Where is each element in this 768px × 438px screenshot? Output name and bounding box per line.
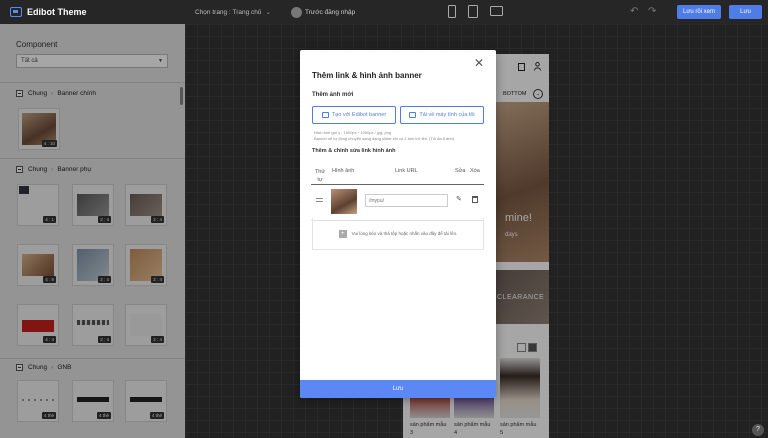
page-select[interactable]: Chọn trang : Trang chủ ⌄ bbox=[195, 8, 271, 16]
save-button[interactable]: Lưu bbox=[729, 5, 762, 19]
upload-dropzone[interactable]: + Vui lòng kéo và thả tệp hoặc nhấn vào … bbox=[312, 218, 484, 250]
edibot-logo-icon bbox=[10, 7, 22, 17]
column-header-image: Hình ảnh bbox=[332, 168, 355, 174]
app-title: Edibot Theme bbox=[27, 7, 87, 17]
upload-from-computer-button[interactable]: Tải về máy tính của tôi bbox=[400, 106, 484, 124]
edit-pencil-icon[interactable]: ✎ bbox=[456, 195, 462, 203]
plus-icon: + bbox=[338, 229, 347, 238]
save-and-preview-button[interactable]: Lưu rồi xem bbox=[677, 5, 721, 19]
create-with-edibot-label: Tạo với Edibot banner bbox=[331, 112, 387, 118]
modal-title: Thêm link & hình ảnh banner bbox=[312, 71, 422, 80]
column-header-url: Link URL bbox=[395, 168, 418, 174]
login-state-label: Trước đăng nhập bbox=[304, 8, 356, 16]
mobile-view-icon[interactable] bbox=[448, 5, 456, 18]
login-state-toggle[interactable]: Trước đăng nhập bbox=[290, 6, 356, 18]
help-icon[interactable]: ? bbox=[752, 424, 764, 436]
section-title-edit: Thêm & chỉnh sửa link hình ảnh bbox=[312, 148, 396, 154]
link-url-input[interactable] bbox=[365, 194, 448, 207]
top-bar: Edibot Theme Chọn trang : Trang chủ ⌄ Trư… bbox=[0, 0, 768, 24]
column-header-order: Thứ tự bbox=[314, 169, 326, 183]
undo-icon[interactable]: ↶ bbox=[630, 6, 638, 17]
app-logo: Edibot Theme bbox=[0, 7, 185, 17]
device-switcher bbox=[448, 5, 503, 18]
redo-icon[interactable]: ↷ bbox=[648, 6, 656, 17]
image-size-hint: Hình ảnh gợi ý : 1600px * 1000px / jpg, … bbox=[314, 130, 392, 135]
modal-save-button[interactable]: Lưu bbox=[300, 380, 496, 398]
toggle-knob bbox=[290, 6, 302, 18]
drag-handle-icon[interactable] bbox=[316, 198, 323, 202]
desktop-view-icon[interactable] bbox=[490, 6, 503, 16]
people-icon bbox=[321, 112, 329, 118]
create-with-edibot-button[interactable]: Tạo với Edibot banner bbox=[312, 106, 396, 124]
monitor-icon bbox=[409, 112, 417, 118]
trash-icon[interactable] bbox=[472, 196, 478, 203]
column-header-edit: Sửa bbox=[455, 168, 466, 174]
banner-link-modal: Thêm link & hình ảnh banner ✕ Thêm ảnh m… bbox=[300, 50, 496, 398]
close-icon[interactable]: ✕ bbox=[474, 56, 484, 70]
upload-from-computer-label: Tải về máy tính của tôi bbox=[419, 112, 475, 118]
tablet-view-icon[interactable] bbox=[468, 5, 478, 18]
banner-image-thumbnail bbox=[331, 189, 357, 214]
slider-hint: Banner sẽ tự động chuyển sang dạng slide… bbox=[314, 136, 455, 141]
page-select-label: Chọn trang : Trang chủ bbox=[195, 9, 262, 16]
column-header-delete: Xóa bbox=[470, 168, 480, 174]
table-header-divider bbox=[311, 184, 484, 185]
dropzone-text: Vui lòng kéo và thả tệp hoặc nhấn vào đâ… bbox=[351, 231, 458, 236]
chevron-down-icon: ⌄ bbox=[265, 9, 271, 16]
section-title-new-image: Thêm ảnh mới bbox=[312, 92, 354, 98]
